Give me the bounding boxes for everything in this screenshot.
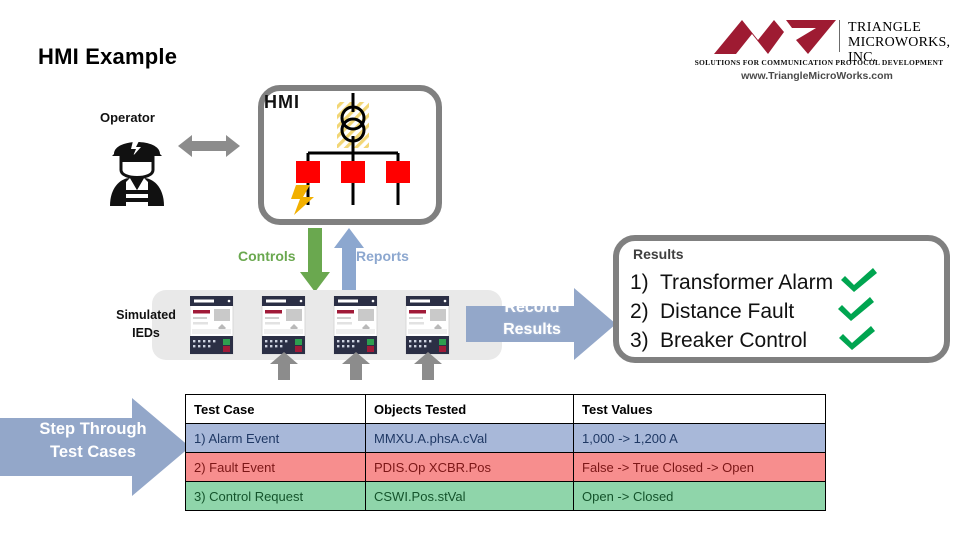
- breaker-2: [341, 161, 365, 183]
- result-label: Transformer Alarm: [660, 270, 834, 294]
- logo-name-line1: TRIANGLE: [848, 20, 922, 35]
- record-results-label: Record Results: [478, 297, 586, 340]
- company-logo: TRIANGLE MICROWORKS, INC. SOLUTIONS FOR …: [676, 14, 952, 84]
- operator-icon: [100, 128, 174, 211]
- table-header-test-case: Test Case: [185, 394, 366, 424]
- controls-label: Controls: [238, 248, 296, 264]
- ied-up-arrows: [190, 352, 450, 385]
- hmi-single-line-diagram: [258, 85, 442, 230]
- result-label: Distance Fault: [660, 299, 795, 323]
- table-cell-test-values: False -> True Closed -> Open: [573, 452, 826, 482]
- step-label-line1: Step Through: [39, 420, 147, 438]
- result-number: 3): [630, 328, 649, 352]
- table-cell-test-case: 1) Alarm Event: [185, 423, 366, 453]
- breaker-1: [296, 161, 320, 183]
- table-cell-objects-tested: MMXU.A.phsA.cVal: [365, 423, 574, 453]
- check-icon: [839, 267, 879, 298]
- fault-lightning-icon: [291, 185, 314, 215]
- ied-device-icon: [189, 295, 234, 355]
- table-header-objects-tested: Objects Tested: [365, 394, 574, 424]
- result-item: 3) Breaker Control: [630, 326, 879, 355]
- logo-website-url: www.TriangleMicroWorks.com: [741, 70, 893, 82]
- test-cases-table: Test Case Objects Tested Test Values 1) …: [185, 394, 826, 511]
- table-cell-objects-tested: PDIS.Op XCBR.Pos: [365, 452, 574, 482]
- logo-divider: [839, 20, 840, 52]
- logo-tagline: SOLUTIONS FOR COMMUNICATION PROTOCOL DEV…: [694, 58, 944, 67]
- record-label-line2: Results: [503, 320, 561, 338]
- step-label-line2: Test Cases: [50, 443, 136, 462]
- breaker-3: [386, 161, 410, 183]
- table-row[interactable]: 2) Fault Event PDIS.Op XCBR.Pos False ->…: [185, 452, 826, 482]
- table-row[interactable]: 3) Control Request CSWI.Pos.stVal Open -…: [185, 481, 826, 511]
- table-row[interactable]: 1) Alarm Event MMXU.A.phsA.cVal 1,000 ->…: [185, 423, 826, 453]
- table-header-test-values: Test Values: [573, 394, 826, 424]
- result-item: 2) Distance Fault: [630, 297, 879, 326]
- step-through-label: Step Through Test Cases: [18, 418, 168, 464]
- simulated-ieds-label-line1: Simulated: [116, 308, 176, 322]
- check-icon: [836, 296, 876, 327]
- controls-down-arrow-icon: [300, 228, 330, 292]
- controls-reports-arrows: [300, 228, 364, 299]
- table-cell-test-values: Open -> Closed: [573, 481, 826, 511]
- check-icon: [837, 325, 877, 356]
- operator-hmi-double-arrow-icon: [178, 133, 240, 164]
- operator-label: Operator: [100, 110, 155, 125]
- simulated-ieds-label-line2: IEDs: [132, 326, 160, 341]
- table-cell-objects-tested: CSWI.Pos.stVal: [365, 481, 574, 511]
- result-label: Breaker Control: [660, 328, 808, 352]
- record-label-line1: Record: [504, 299, 560, 316]
- result-item: 1) Transformer Alarm: [630, 268, 879, 297]
- page-title: HMI Example: [38, 44, 178, 69]
- simulated-ieds-label: Simulated IEDs: [96, 306, 196, 342]
- table-header-row: Test Case Objects Tested Test Values: [185, 394, 826, 424]
- result-number: 2): [630, 299, 649, 323]
- reports-label: Reports: [356, 248, 409, 264]
- table-cell-test-case: 2) Fault Event: [185, 452, 366, 482]
- table-cell-test-values: 1,000 -> 1,200 A: [573, 423, 826, 453]
- table-cell-test-case: 3) Control Request: [185, 481, 366, 511]
- result-number: 1): [630, 270, 649, 294]
- results-title: Results: [633, 246, 684, 262]
- triangle-microworks-mark-icon: [712, 18, 840, 61]
- results-list: 1) Transformer Alarm 2) Distance Fault 3…: [630, 268, 879, 355]
